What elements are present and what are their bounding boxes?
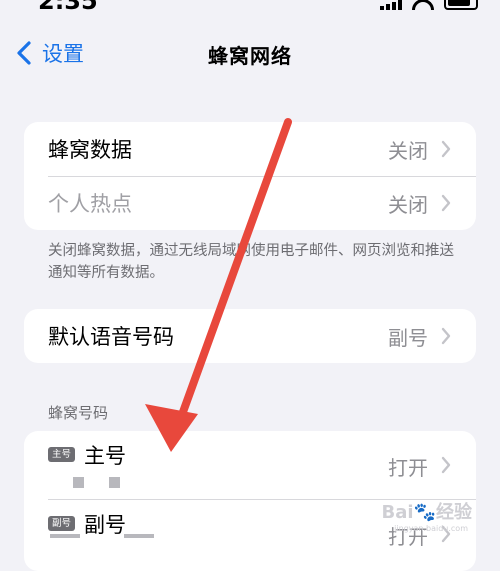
default-voice-line-value: 副号: [388, 325, 428, 350]
chevron-right-icon: [441, 194, 451, 212]
status-bar: 2:35: [0, 0, 500, 20]
cellular-data-footnote: 关闭蜂窝数据，通过无线局域网使用电子邮件、网页浏览和推送通知等所有数据。: [48, 243, 454, 281]
status-time: 2:35: [38, 0, 98, 15]
watermark-logo: Bai🐾经验: [381, 502, 472, 523]
wifi-icon: [412, 0, 434, 10]
default-voice-group: 默认语音号码 副号: [24, 309, 476, 363]
personal-hotspot-row[interactable]: 个人热点 关闭: [24, 176, 476, 230]
primary-line-status: 打开: [388, 456, 428, 480]
primary-line-badge: 主号: [48, 447, 76, 462]
masked-number: [124, 534, 154, 538]
primary-line-name: 主号: [84, 444, 126, 468]
watermark-url: jingyan.baidu.com: [394, 524, 468, 533]
default-voice-line-row[interactable]: 默认语音号码 副号: [24, 309, 476, 363]
personal-hotspot-label: 个人热点: [48, 192, 132, 216]
personal-hotspot-value: 关闭: [388, 192, 428, 217]
secondary-line-badge: 副号: [48, 516, 76, 531]
secondary-line-name: 副号: [84, 513, 126, 537]
cellular-data-label: 蜂窝数据: [48, 138, 132, 162]
masked-number: [50, 534, 80, 538]
battery-icon: [444, 0, 478, 10]
cellular-data-value: 关闭: [388, 138, 428, 163]
default-voice-line-label: 默认语音号码: [48, 325, 174, 349]
page-title: 蜂窝网络: [208, 44, 292, 68]
chevron-right-icon: [441, 327, 451, 345]
cellular-data-group: 蜂窝数据 关闭 个人热点 关闭: [24, 122, 476, 230]
cellular-numbers-header: 蜂窝号码: [48, 404, 109, 422]
masked-number: [73, 477, 84, 488]
status-icons: [380, 0, 478, 10]
navigation-bar: 设置 蜂窝网络: [0, 28, 500, 78]
masked-number: [109, 477, 120, 488]
signal-icon: [380, 0, 402, 10]
chevron-right-icon: [441, 456, 451, 474]
chevron-right-icon: [441, 140, 451, 158]
primary-line-row[interactable]: 主号 主号 打开: [24, 431, 476, 499]
cellular-data-row[interactable]: 蜂窝数据 关闭: [24, 122, 476, 176]
